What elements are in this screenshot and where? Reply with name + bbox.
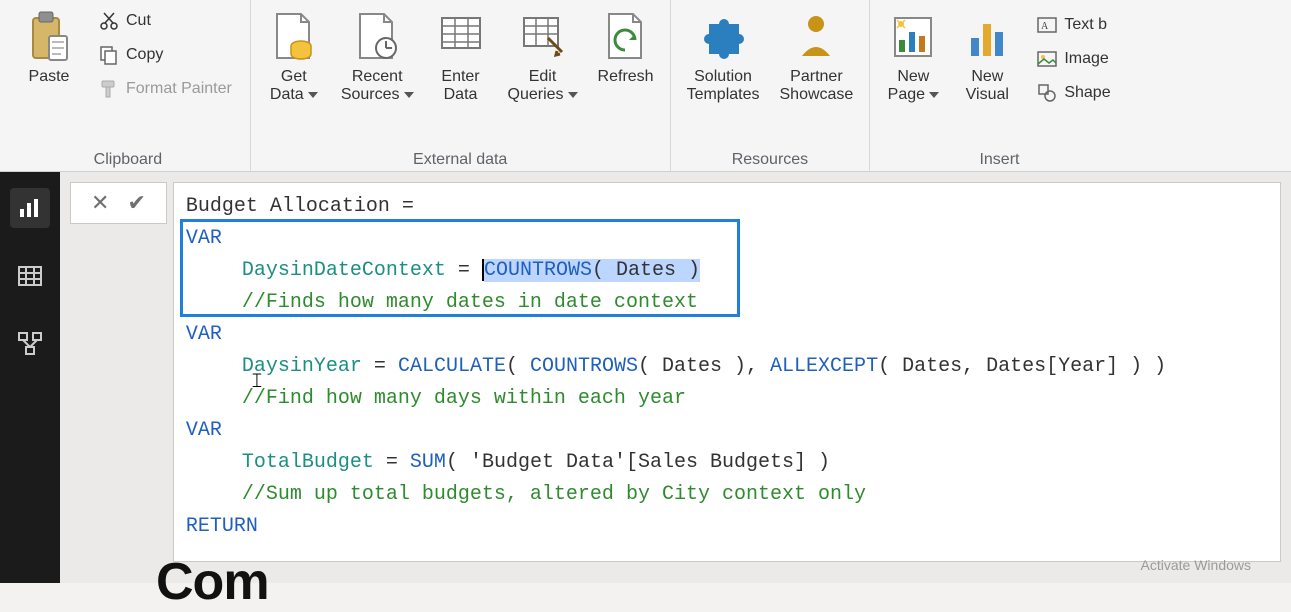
report-canvas: ✕ ✔ Budget Allocation = VAR DaysinDateCo… <box>60 172 1291 583</box>
windows-watermark: Activate Windows <box>1141 557 1251 573</box>
kw-var-2: VAR <box>186 323 222 346</box>
bar-chart-icon <box>963 8 1011 64</box>
var3-args: ( 'Budget Data'[Sales Budgets] ) <box>446 451 830 474</box>
text-box-button[interactable]: A Text b <box>1032 12 1114 38</box>
document-clock-icon <box>354 8 400 64</box>
copy-icon <box>98 44 120 66</box>
data-view-button[interactable] <box>10 256 50 296</box>
var2-paren1: ( <box>506 355 530 378</box>
model-view-button[interactable] <box>10 324 50 364</box>
get-data-label: Get Data <box>270 68 318 105</box>
workspace: ✕ ✔ Budget Allocation = VAR DaysinDateCo… <box>0 172 1291 583</box>
get-data-button[interactable]: Get Data <box>257 4 331 107</box>
recent-sources-label: Recent Sources <box>341 68 414 105</box>
paste-button[interactable]: Paste <box>12 4 86 88</box>
var2-args2: ( Dates ), <box>638 355 770 378</box>
formula-bar[interactable]: Budget Allocation = VAR DaysinDateContex… <box>173 182 1281 562</box>
image-button[interactable]: Image <box>1032 46 1114 72</box>
partner-showcase-label: Partner Showcase <box>780 68 854 105</box>
svg-text:A: A <box>1041 21 1049 32</box>
measure-name: Budget Allocation = <box>186 195 414 218</box>
model-view-icon <box>17 331 43 357</box>
kw-var-1: VAR <box>186 227 222 250</box>
new-visual-label: New Visual <box>966 68 1009 105</box>
var3-comment: //Sum up total budgets, altered by City … <box>242 483 866 506</box>
report-view-button[interactable] <box>10 188 50 228</box>
image-label: Image <box>1064 50 1108 68</box>
var2-fn3: ALLEXCEPT <box>770 355 878 378</box>
solution-templates-button[interactable]: Solution Templates <box>677 4 770 107</box>
cut-label: Cut <box>126 12 151 30</box>
ribbon-group-clipboard: Paste Cut Copy <box>6 0 251 171</box>
paste-label: Paste <box>29 68 70 86</box>
var3-fn: SUM <box>410 451 446 474</box>
var3-eq: = <box>374 451 410 474</box>
var1-eq: = <box>446 259 482 282</box>
var2-name-b: aysinYear <box>254 355 362 378</box>
enter-data-label: Enter Data <box>441 68 479 105</box>
edit-queries-button[interactable]: Edit Queries <box>498 4 588 107</box>
enter-data-button[interactable]: Enter Data <box>424 4 498 107</box>
format-painter-label: Format Painter <box>126 80 232 98</box>
person-icon <box>792 8 840 64</box>
format-painter-button[interactable]: Format Painter <box>94 76 236 102</box>
var2-fn1: CALCULATE <box>398 355 506 378</box>
commit-formula-button[interactable]: ✔ <box>127 190 145 216</box>
new-page-button[interactable]: New Page <box>876 4 950 107</box>
var3-name: TotalBudget <box>242 451 374 474</box>
document-db-icon <box>271 8 317 64</box>
paintbrush-icon <box>98 78 120 100</box>
refresh-button[interactable]: Refresh <box>588 4 664 88</box>
shapes-button[interactable]: Shape <box>1032 80 1114 106</box>
kw-return: RETURN <box>186 515 258 538</box>
ribbon: Paste Cut Copy <box>0 0 1291 172</box>
var2-args3: ( Dates, Dates[Year] ) ) <box>878 355 1166 378</box>
report-title-partial: Com <box>156 552 269 612</box>
partner-showcase-button[interactable]: Partner Showcase <box>770 4 864 107</box>
var1-fn: COUNTROWS <box>484 259 592 282</box>
external-data-group-label: External data <box>413 147 507 169</box>
var1-comment: //Finds how many dates in date context <box>242 291 698 314</box>
recent-sources-button[interactable]: Recent Sources <box>331 4 424 107</box>
kw-var-3: VAR <box>186 419 222 442</box>
ribbon-group-external-data: Get Data Recent Sources Enter Data Edit … <box>251 0 671 171</box>
new-visual-button[interactable]: New Visual <box>950 4 1024 107</box>
scissors-icon <box>98 10 120 32</box>
solution-templates-label: Solution Templates <box>687 68 760 105</box>
text-box-label: Text b <box>1064 16 1107 34</box>
copy-label: Copy <box>126 46 163 64</box>
clipboard-icon <box>27 8 71 64</box>
insert-group-label: Insert <box>979 147 1019 169</box>
shapes-label: Shape <box>1064 84 1110 102</box>
var2-comment: //Find how many days within each year <box>242 387 686 410</box>
copy-button[interactable]: Copy <box>94 42 236 68</box>
cut-button[interactable]: Cut <box>94 8 236 34</box>
var1-name: DaysinDateContext <box>242 259 446 282</box>
cancel-formula-button[interactable]: ✕ <box>91 190 109 216</box>
var1-args: ( Dates ) <box>592 259 700 282</box>
shapes-icon <box>1036 82 1058 104</box>
data-view-icon <box>17 263 43 289</box>
formula-controls: ✕ ✔ <box>70 182 167 224</box>
page-chart-icon <box>889 8 937 64</box>
ribbon-group-resources: Solution Templates Partner Showcase Reso… <box>671 0 871 171</box>
new-page-label: New Page <box>888 68 939 105</box>
var2-eq: = <box>362 355 398 378</box>
clipboard-group-label: Clipboard <box>94 147 162 169</box>
var2-fn2: COUNTROWS <box>530 355 638 378</box>
image-icon <box>1036 48 1058 70</box>
table-pencil-icon <box>520 8 566 64</box>
view-sidebar <box>0 172 60 583</box>
text-box-icon: A <box>1036 14 1058 36</box>
refresh-label: Refresh <box>598 68 654 86</box>
report-view-icon <box>17 195 43 221</box>
resources-group-label: Resources <box>732 147 808 169</box>
puzzle-icon <box>699 8 747 64</box>
refresh-icon <box>603 8 649 64</box>
edit-queries-label: Edit Queries <box>508 68 578 105</box>
ribbon-group-insert: New Page New Visual A Text b <box>870 0 1128 171</box>
table-icon <box>438 8 484 64</box>
